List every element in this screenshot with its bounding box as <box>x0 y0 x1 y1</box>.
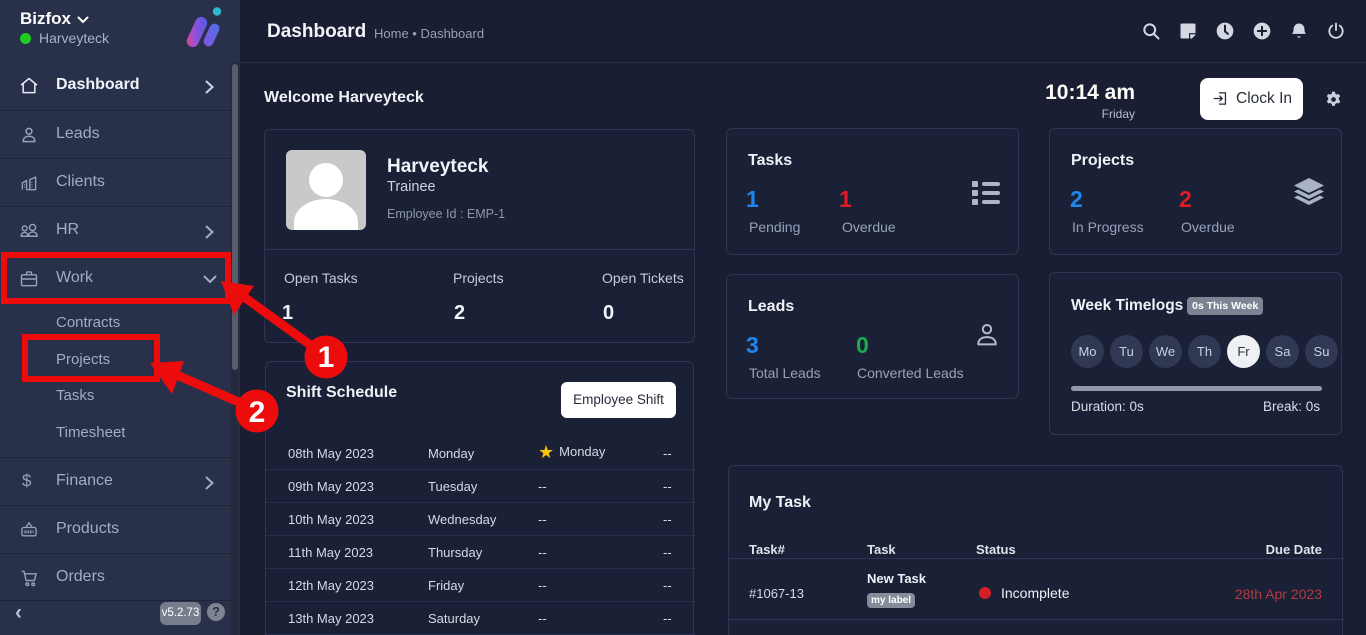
svg-text:1: 1 <box>318 341 335 374</box>
svg-text:2: 2 <box>249 396 266 429</box>
